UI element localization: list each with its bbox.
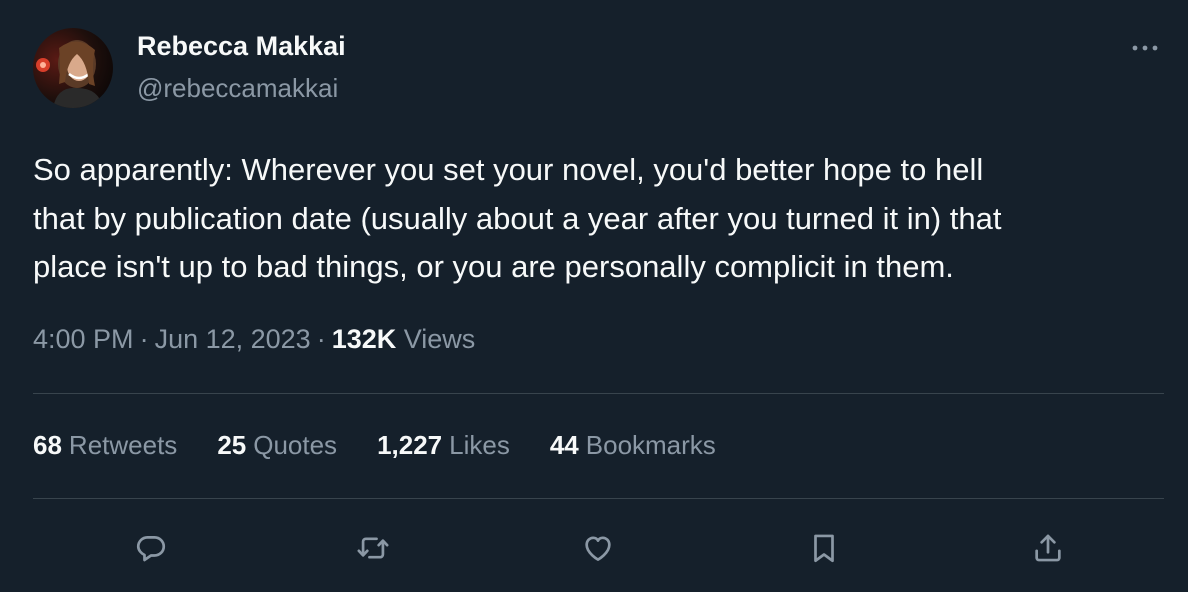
- divider: [33, 498, 1164, 499]
- quotes-count: 25: [217, 430, 247, 460]
- avatar-photo: [33, 28, 113, 108]
- likes-count: 1,227: [377, 430, 443, 460]
- heart-icon: [585, 536, 611, 561]
- author-handle[interactable]: @rebeccamakkai: [137, 73, 338, 104]
- more-icon: [1132, 45, 1158, 51]
- retweets-stat[interactable]: 68 Retweets: [33, 430, 177, 461]
- bookmark-button[interactable]: [802, 526, 846, 570]
- avatar[interactable]: [33, 28, 113, 108]
- reply-button[interactable]: [129, 526, 173, 570]
- retweet-icon: [357, 537, 389, 559]
- tweet-meta: 4:00 PM · Jun 12, 2023 · 132K Views: [33, 324, 475, 355]
- retweet-button[interactable]: [351, 526, 395, 570]
- author-name[interactable]: Rebecca Makkai: [137, 31, 346, 62]
- meta-separator: ·: [139, 324, 149, 354]
- tweet-text: So apparently: Wherever you set your nov…: [33, 152, 1002, 284]
- quotes-stat[interactable]: 25 Quotes: [217, 430, 337, 461]
- share-button[interactable]: [1026, 526, 1070, 570]
- reply-icon: [136, 536, 166, 562]
- share-icon: [1035, 534, 1061, 562]
- likes-label: Likes: [449, 430, 510, 460]
- engagement-stats: 68 Retweets 25 Quotes 1,227 Likes 44 Bookmar…: [33, 430, 716, 461]
- meta-separator: ·: [316, 324, 326, 354]
- divider: [33, 393, 1164, 394]
- like-button[interactable]: [576, 526, 620, 570]
- tweet-time[interactable]: 4:00 PM: [33, 324, 134, 354]
- views-label: Views: [403, 324, 476, 354]
- bookmarks-count: 44: [549, 430, 579, 460]
- tweet-date[interactable]: Jun 12, 2023: [155, 324, 311, 354]
- bookmark-icon: [814, 534, 834, 563]
- bookmarks-label: Bookmarks: [585, 430, 716, 460]
- retweets-label: Retweets: [68, 430, 178, 460]
- more-options-button[interactable]: [1120, 30, 1164, 66]
- likes-stat[interactable]: 1,227 Likes: [377, 430, 510, 461]
- tweet-card: Rebecca Makkai @rebeccamakkai So apparen…: [0, 0, 1188, 592]
- bookmarks-stat[interactable]: 44 Bookmarks: [550, 430, 716, 461]
- views-count: 132K: [331, 324, 397, 354]
- retweets-count: 68: [33, 430, 62, 460]
- quotes-label: Quotes: [253, 430, 338, 460]
